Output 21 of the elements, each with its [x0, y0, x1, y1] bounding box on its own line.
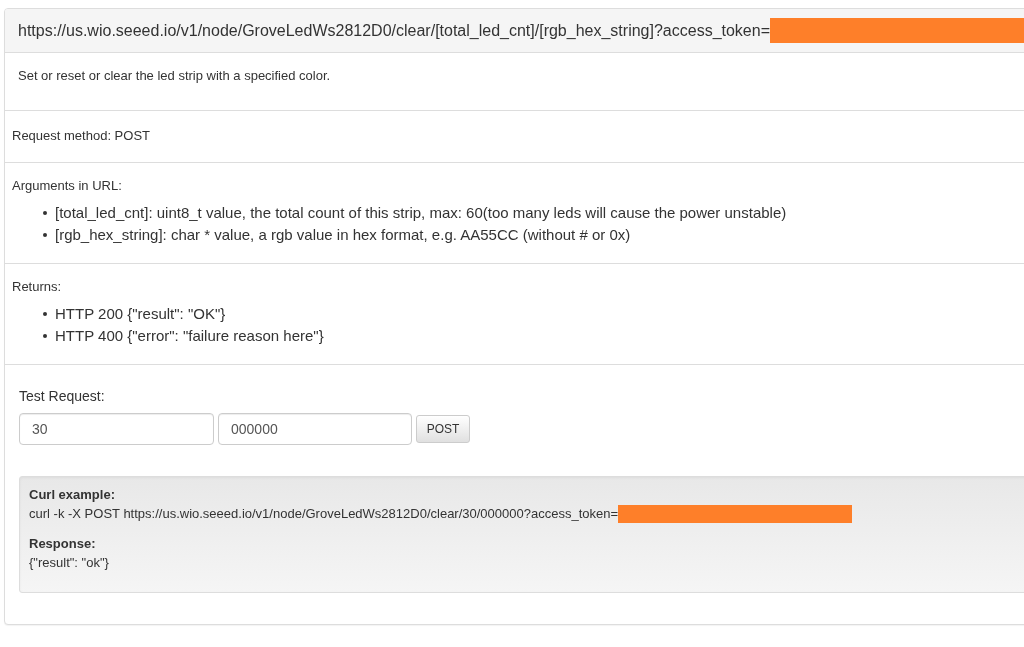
bullet-icon [43, 334, 47, 338]
input-field[interactable]: 30 [19, 413, 214, 445]
input-field[interactable]: 000000 [218, 413, 412, 445]
list-item-text: HTTP 400 {"error": "failure reason here"} [55, 326, 324, 346]
request-method-text: Request method: POST [12, 127, 150, 145]
bullet-icon [43, 312, 47, 316]
description-text: Set or reset or clear the led strip with a specified color. [18, 67, 331, 85]
list-item-text: [total_led_cnt]: uint8_t value, the total count of this strip, max: 60(too many leds will cause the power unstable) [55, 203, 787, 223]
list-item-text: HTTP 200 {"result": "OK"} [55, 304, 226, 324]
response-heading: Response: [29, 535, 96, 553]
curl-command: curl -k -X POST https://us.wio.seeed.io/v1/node/GroveLedWs2812D0/clear/30/000000?access_token= [29, 505, 619, 523]
section-heading: Arguments in URL: [12, 177, 122, 195]
section-heading: Returns: [12, 278, 62, 296]
bullet-icon [43, 211, 47, 215]
test-request-label: Test Request: [19, 387, 105, 405]
response-text: {"result": "ok"} [29, 554, 109, 572]
curl-heading: Curl example: [29, 486, 115, 504]
bullet-icon [43, 233, 47, 237]
post-button[interactable]: POST [416, 415, 470, 443]
list-item-text: [rgb_hex_string]: char * value, a rgb value in hex format, e.g. AA55CC (without # or 0x) [55, 225, 631, 245]
endpoint-url: https://us.wio.seeed.io/v1/node/GroveLedWs2812D0/clear/[total_led_cnt]/[rgb_hex_string]?access_token= [18, 21, 770, 40]
